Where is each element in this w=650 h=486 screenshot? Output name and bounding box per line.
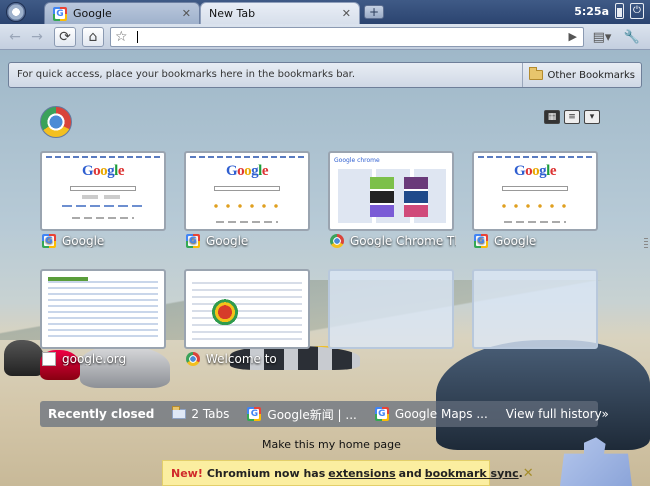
thumbnail-title-text: Google — [62, 234, 105, 248]
thumbnail-title[interactable]: Google Chrome The... — [330, 234, 456, 248]
view-controls: ▦ ≡ ▾ — [544, 110, 600, 124]
car-dark-panamera — [436, 340, 650, 450]
recently-closed-bar: Recently closed 2 Tabs Google新闻 | ... Go… — [40, 401, 609, 427]
page-menu-button[interactable]: ▤▾ — [590, 27, 614, 47]
chrome-favicon-icon — [186, 352, 200, 366]
go-icon[interactable]: ▶ — [569, 28, 577, 46]
wrench-menu-button[interactable]: 🔧 — [620, 27, 644, 47]
most-visited-thumbnail[interactable] — [40, 269, 166, 349]
car-left — [4, 340, 44, 376]
tab-strip: Google ✕ New Tab ✕ + 5:25a ⏻ — [0, 0, 650, 24]
notice-new-label: New! — [171, 466, 203, 480]
most-visited-thumbnail[interactable]: Google — [40, 151, 166, 231]
tab-close-icon[interactable]: ✕ — [182, 7, 191, 20]
google-chrome-page-preview: Google chrome — [334, 157, 380, 164]
power-icon[interactable]: ⏻ — [630, 3, 644, 19]
thumbnail-title[interactable]: Google — [186, 234, 312, 248]
most-visited-thumbnail[interactable]: Google — [472, 151, 598, 231]
thumbnail-view-icon[interactable]: ▦ — [544, 110, 560, 124]
thumbnail-title-text: Google — [206, 234, 249, 248]
chromium-os-menu-icon[interactable] — [6, 2, 26, 22]
recently-closed-heading: Recently closed — [48, 407, 155, 421]
reload-button[interactable]: ⟳ — [54, 27, 76, 47]
notice-text: Chromium now has — [206, 466, 326, 480]
view-dropdown-icon[interactable]: ▾ — [584, 110, 600, 124]
thumbnail-title-text: Google Chrome The... — [350, 234, 456, 248]
new-tab-button[interactable]: + — [364, 5, 384, 19]
empty-thumbnail-slot — [472, 269, 598, 349]
bookmark-sync-link[interactable]: bookmark sync — [425, 467, 519, 480]
most-visited-thumbnail[interactable] — [184, 269, 310, 349]
bookmarks-bar: For quick access, place your bookmarks h… — [8, 62, 642, 88]
google-favicon-icon — [42, 234, 56, 248]
thumbnail-title-text: Google — [494, 234, 537, 248]
thumbnail-title-text: google.org — [62, 352, 127, 366]
google-favicon-icon — [474, 234, 488, 248]
chromium-logo-icon — [40, 106, 72, 138]
most-visited-thumbnail[interactable]: Google — [184, 151, 310, 231]
scrollbar-grip[interactable] — [644, 238, 648, 250]
google-logo-icon: Google — [225, 163, 269, 179]
google-favicon-icon — [186, 234, 200, 248]
google-favicon-icon — [53, 6, 67, 21]
promo-notice: New! Chromium now has extensions and boo… — [162, 460, 534, 486]
google-maps-favicon-icon — [374, 407, 389, 421]
thumbnail-title[interactable]: Google — [42, 234, 168, 248]
recently-closed-item[interactable]: Google新闻 | ... — [247, 406, 357, 423]
thumbnail-title[interactable]: Welcome to — [186, 352, 312, 366]
make-home-page-link[interactable]: Make this my home page — [262, 438, 401, 451]
toolbar: ← → ⟳ ⌂ ☆ ▶ ▤▾ 🔧 — [0, 24, 650, 50]
recently-closed-item-text: 2 Tabs — [191, 407, 230, 421]
notice-text: and — [398, 466, 422, 480]
clock[interactable]: 5:25a — [574, 5, 609, 18]
tab-new-tab[interactable]: New Tab ✕ — [200, 2, 360, 24]
empty-thumbnail-slot — [328, 269, 454, 349]
tab-close-icon[interactable]: ✕ — [342, 7, 351, 20]
thumbnail-title-text: Welcome to — [206, 352, 277, 366]
window-icon — [172, 406, 187, 419]
extensions-link[interactable]: extensions — [328, 467, 395, 480]
tab-label: New Tab — [209, 7, 256, 20]
google-favicon-icon — [247, 407, 262, 421]
list-view-icon[interactable]: ≡ — [564, 110, 580, 124]
recently-closed-item[interactable]: 2 Tabs — [172, 406, 230, 421]
page-favicon-icon — [42, 352, 56, 366]
recently-closed-item-text: Google新闻 | ... — [267, 407, 357, 422]
back-button[interactable]: ← — [4, 27, 26, 47]
recently-closed-item-text: Google Maps ... — [394, 407, 488, 421]
bookmarks-bar-hint: For quick access, place your bookmarks h… — [17, 69, 356, 80]
extension-puzzle-icon — [560, 437, 632, 486]
tab-google[interactable]: Google ✕ — [44, 2, 200, 24]
system-tray: 5:25a ⏻ — [574, 3, 644, 19]
other-bookmarks-label: Other Bookmarks — [547, 69, 635, 81]
forward-button[interactable]: → — [26, 27, 48, 47]
notice-close-icon[interactable]: ✕ — [523, 466, 534, 481]
google-logo-icon: Google — [81, 163, 125, 179]
thumbnail-title[interactable]: google.org — [42, 352, 168, 366]
tab-label: Google — [73, 7, 112, 20]
omnibox-input[interactable]: ☆ ▶ — [110, 27, 584, 47]
folder-icon — [528, 67, 543, 80]
most-visited-thumbnail[interactable]: Google chrome — [328, 151, 454, 231]
bookmark-star-icon[interactable]: ☆ — [115, 28, 128, 46]
thumbnail-title[interactable]: Google — [474, 234, 600, 248]
text-caret — [137, 31, 138, 43]
home-button[interactable]: ⌂ — [82, 27, 104, 47]
google-logo-icon: Google — [513, 163, 557, 179]
battery-icon[interactable] — [615, 3, 624, 19]
other-bookmarks-button[interactable]: Other Bookmarks — [521, 63, 641, 87]
view-full-history-link[interactable]: View full history» — [506, 407, 609, 421]
chrome-favicon-icon — [330, 234, 344, 248]
recently-closed-item[interactable]: Google Maps ... — [374, 407, 488, 421]
